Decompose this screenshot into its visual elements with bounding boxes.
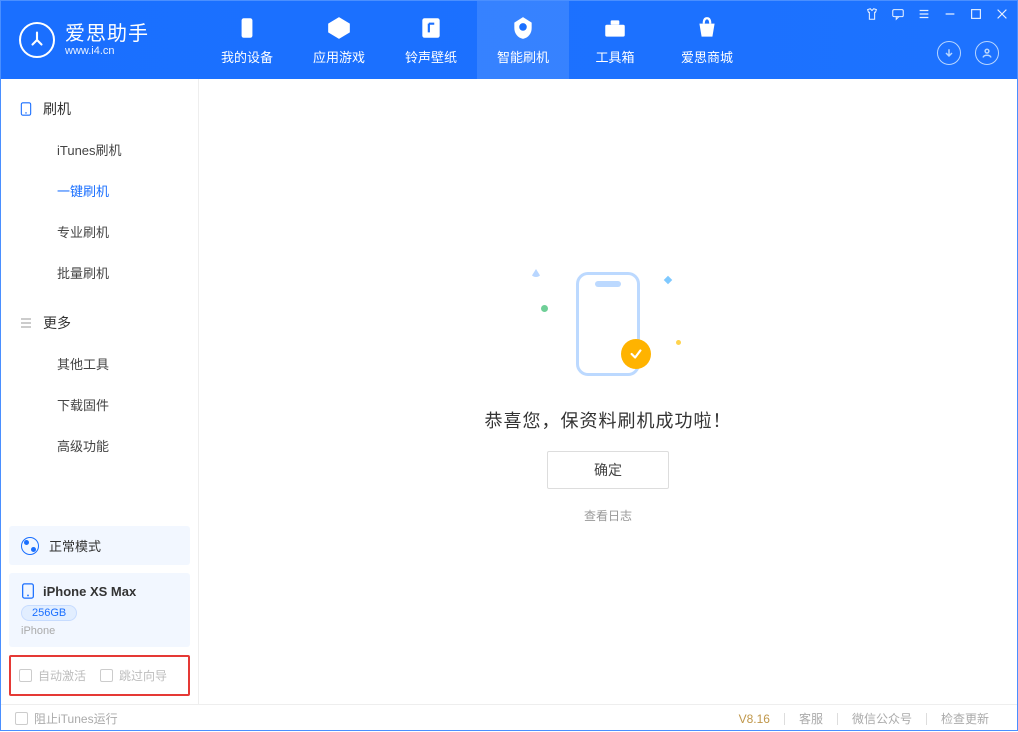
sidebar-section-title: 更多 [43, 313, 71, 333]
sidebar-header-flash: 刷机 [1, 89, 198, 129]
app-url: www.i4.cn [65, 45, 149, 57]
sidebar-item-oneclick-flash[interactable]: 一键刷机 [1, 170, 198, 211]
app-name: 爱思助手 [65, 23, 149, 45]
skip-guide-label: 跳过向导 [119, 667, 167, 684]
main-nav: 我的设备 应用游戏 铃声壁纸 智能刷机 工具箱 爱思商城 [201, 1, 753, 79]
download-icon[interactable] [937, 41, 961, 65]
sidebar-item-itunes-flash[interactable]: iTunes刷机 [1, 129, 198, 170]
device-card[interactable]: iPhone XS Max 256GB iPhone [9, 573, 190, 647]
nav-device[interactable]: 我的设备 [201, 1, 293, 79]
nav-toolbox[interactable]: 工具箱 [569, 1, 661, 79]
menu-icon[interactable] [917, 7, 931, 21]
sidebar-item-advanced[interactable]: 高级功能 [1, 425, 198, 466]
sidebar-item-download-firmware[interactable]: 下载固件 [1, 384, 198, 425]
nav-ring-label: 铃声壁纸 [405, 47, 457, 66]
check-icon [621, 339, 651, 369]
mode-indicator[interactable]: 正常模式 [9, 526, 190, 565]
device-icon [19, 102, 33, 116]
app-logo: 爱思助手 www.i4.cn [1, 22, 201, 58]
nav-apps[interactable]: 应用游戏 [293, 1, 385, 79]
close-icon[interactable] [995, 7, 1009, 21]
device-name: iPhone XS Max [43, 584, 136, 599]
block-itunes-checkbox[interactable]: 阻止iTunes运行 [15, 710, 118, 727]
check-update-link[interactable]: 检查更新 [927, 710, 1003, 727]
device-capacity: 256GB [21, 605, 77, 621]
nav-toolbox-label: 工具箱 [595, 47, 634, 66]
success-illustration [523, 259, 693, 389]
auto-activate-label: 自动激活 [38, 667, 86, 684]
support-link[interactable]: 客服 [785, 710, 837, 727]
nav-flash[interactable]: 智能刷机 [477, 1, 569, 79]
window-controls [865, 7, 1009, 21]
ok-button[interactable]: 确定 [547, 451, 669, 489]
maximize-icon[interactable] [969, 7, 983, 21]
nav-apps-label: 应用游戏 [313, 47, 365, 66]
sidebar-item-batch-flash[interactable]: 批量刷机 [1, 252, 198, 293]
nav-ring[interactable]: 铃声壁纸 [385, 1, 477, 79]
sidebar-item-other-tools[interactable]: 其他工具 [1, 343, 198, 384]
nav-device-label: 我的设备 [221, 47, 273, 66]
mode-label: 正常模式 [49, 536, 101, 555]
view-log-link[interactable]: 查看日志 [584, 507, 632, 524]
flash-options-highlight: 自动激活 跳过向导 [9, 655, 190, 696]
tshirt-icon[interactable] [865, 7, 879, 21]
user-controls [937, 41, 999, 65]
status-bar: 阻止iTunes运行 V8.16 客服 微信公众号 检查更新 [1, 704, 1017, 732]
sidebar-section-title: 刷机 [43, 99, 71, 119]
wechat-link[interactable]: 微信公众号 [838, 710, 926, 727]
mode-icon [21, 537, 39, 555]
nav-store[interactable]: 爱思商城 [661, 1, 753, 79]
nav-flash-label: 智能刷机 [497, 47, 549, 66]
main-content: 恭喜您，保资料刷机成功啦！ 确定 查看日志 [199, 79, 1017, 704]
sidebar: 刷机 iTunes刷机 一键刷机 专业刷机 批量刷机 更多 其他工具 下载固件 … [1, 79, 199, 704]
title-bar: 爱思助手 www.i4.cn 我的设备 应用游戏 铃声壁纸 智能刷机 工具箱 爱… [1, 1, 1017, 79]
phone-icon [21, 583, 35, 599]
device-type: iPhone [21, 625, 178, 637]
sidebar-header-more: 更多 [1, 303, 198, 343]
version-label: V8.16 [725, 712, 784, 726]
list-icon [19, 316, 33, 330]
feedback-icon[interactable] [891, 7, 905, 21]
skip-guide-checkbox[interactable]: 跳过向导 [100, 667, 167, 684]
nav-store-label: 爱思商城 [681, 47, 733, 66]
block-itunes-label: 阻止iTunes运行 [34, 710, 118, 727]
user-icon[interactable] [975, 41, 999, 65]
logo-icon [19, 22, 55, 58]
success-message: 恭喜您，保资料刷机成功啦！ [485, 407, 732, 433]
auto-activate-checkbox[interactable]: 自动激活 [19, 667, 86, 684]
sidebar-item-pro-flash[interactable]: 专业刷机 [1, 211, 198, 252]
minimize-icon[interactable] [943, 7, 957, 21]
